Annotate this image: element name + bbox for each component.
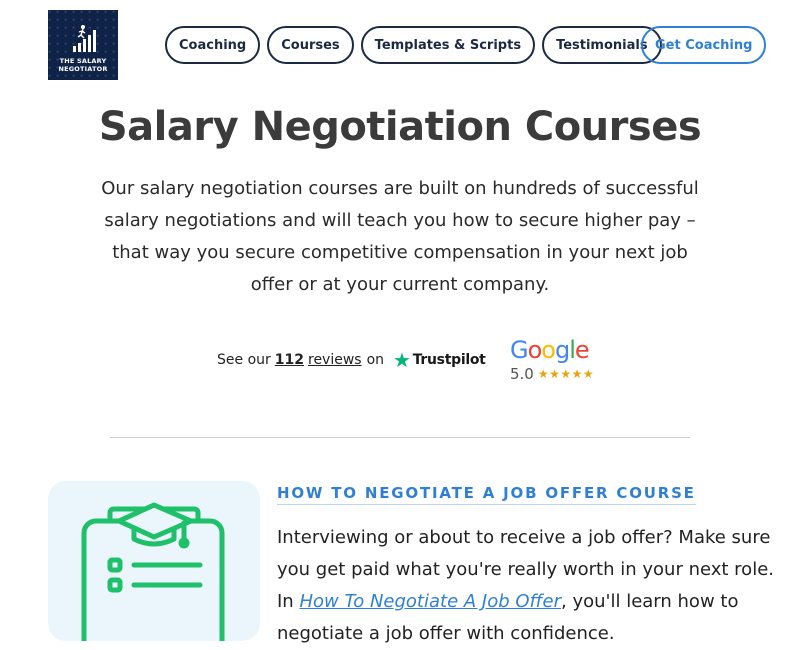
course-description: Interviewing or about to receive a job o… [277, 522, 777, 650]
google-rating-value: 5.0 [510, 365, 534, 383]
google-letter: G [510, 336, 529, 364]
reviews-count: 112 [274, 352, 304, 368]
main-nav: Coaching Courses Templates & Scripts Tes… [165, 26, 662, 64]
nav-courses[interactable]: Courses [267, 26, 354, 64]
trustpilot-star-icon: ★ [393, 348, 411, 372]
reviews-prefix: See our [217, 352, 271, 368]
nav-coaching[interactable]: Coaching [165, 26, 261, 64]
clipboard-graduation-cap-icon [81, 502, 225, 641]
reviews-connector: on [366, 352, 385, 368]
google-letter: g [554, 336, 570, 364]
course-inline-link[interactable]: How To Negotiate A Job Offer [299, 591, 561, 612]
logo-text-line2: NEGOTIATOR [58, 65, 108, 73]
google-rating-badge[interactable]: Google 5.0 ★★★★★ [510, 336, 605, 383]
get-coaching-button[interactable]: Get Coaching [641, 26, 767, 64]
google-letter: o [527, 336, 543, 364]
page-title: Salary Negotiation Courses [98, 104, 702, 150]
google-stars-icon: ★★★★★ [537, 367, 595, 381]
section-divider [110, 437, 690, 438]
course-image[interactable] [48, 481, 260, 641]
logo-text-line1: THE SALARY [59, 57, 107, 65]
google-word: Google [510, 336, 590, 364]
site-logo[interactable]: THE SALARY NEGOTIATOR [48, 10, 118, 80]
course-title-link[interactable]: HOW TO NEGOTIATE A JOB OFFER COURSE [277, 484, 696, 505]
chart-runner-icon [73, 25, 96, 52]
trustpilot-logo[interactable]: ★ Trustpilot [393, 348, 486, 372]
reviews-word: reviews [308, 352, 362, 368]
intro-paragraph: Our salary negotiation courses are built… [101, 178, 699, 295]
google-rating: 5.0 ★★★★★ [510, 365, 605, 383]
google-logo: Google [510, 336, 605, 364]
trustpilot-label: Trustpilot [412, 352, 486, 368]
reviews-link[interactable]: 112 reviews [271, 352, 362, 368]
reviews-line: See our 112 reviews on ★ Trustpilot [217, 348, 486, 372]
nav-templates-scripts[interactable]: Templates & Scripts [360, 26, 536, 64]
google-letter: e [574, 336, 590, 364]
google-letter: o [541, 336, 556, 364]
